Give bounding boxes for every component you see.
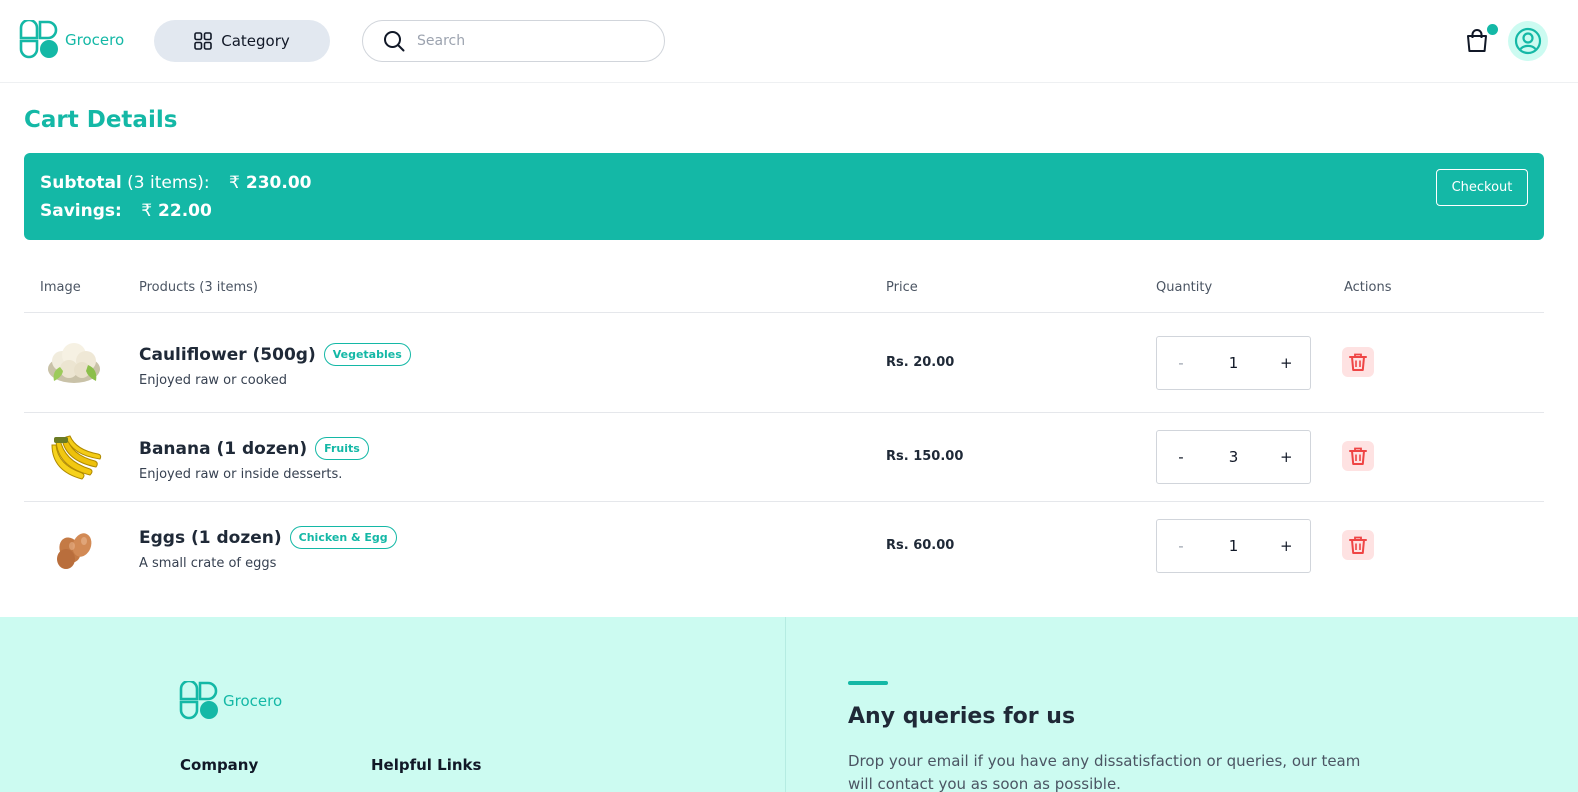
user-avatar[interactable] bbox=[1508, 21, 1548, 61]
increase-quantity-button[interactable]: + bbox=[1280, 537, 1293, 555]
trash-icon bbox=[1349, 536, 1367, 554]
grid-icon bbox=[194, 32, 213, 50]
cart-table-header: Image Products (3 items) Price Quantity … bbox=[24, 264, 1544, 313]
savings-amount: 22.00 bbox=[158, 201, 212, 221]
column-header-quantity: Quantity bbox=[1156, 280, 1213, 295]
category-tag[interactable]: Chicken & Egg bbox=[289, 526, 397, 549]
product-name[interactable]: Cauliflower (500g) Vegetables bbox=[139, 343, 411, 366]
column-header-image: Image bbox=[40, 280, 81, 295]
delete-item-button[interactable] bbox=[1342, 530, 1374, 560]
rupee-symbol: ₹ bbox=[141, 201, 153, 221]
table-row: Cauliflower (500g) Vegetables Enjoyed raw… bbox=[24, 313, 1544, 413]
product-description: Enjoyed raw or inside desserts. bbox=[139, 467, 343, 482]
quantity-value: 1 bbox=[1228, 354, 1239, 372]
queries-text: Drop your email if you have any dissatis… bbox=[848, 752, 1361, 792]
subtotal-line: Subtotal (3 items): ₹230.00 bbox=[40, 173, 311, 193]
delete-item-button[interactable] bbox=[1342, 441, 1374, 471]
eggs-image bbox=[57, 533, 92, 569]
product-price: Rs. 150.00 bbox=[886, 449, 964, 464]
product-name[interactable]: Eggs (1 dozen) Chicken & Egg bbox=[139, 526, 397, 549]
shopping-bag-icon[interactable] bbox=[1464, 28, 1490, 54]
search-input[interactable] bbox=[417, 33, 637, 49]
user-circle-icon bbox=[1514, 27, 1542, 55]
cauliflower-image bbox=[48, 343, 100, 383]
subtotal-amount: 230.00 bbox=[245, 173, 312, 193]
queries-heading: Any queries for us bbox=[848, 704, 1076, 729]
brand-name: Grocero bbox=[65, 31, 125, 49]
quantity-value: 3 bbox=[1228, 448, 1239, 466]
search-bar[interactable] bbox=[362, 20, 665, 62]
trash-icon bbox=[1349, 353, 1367, 371]
trash-icon bbox=[1349, 447, 1367, 465]
column-header-actions: Actions bbox=[1344, 280, 1392, 295]
delete-item-button[interactable] bbox=[1342, 347, 1374, 377]
increase-quantity-button[interactable]: + bbox=[1280, 448, 1293, 466]
rupee-symbol: ₹ bbox=[229, 173, 240, 193]
banana-image bbox=[51, 435, 102, 480]
footer-left-panel: Grocero Company Helpful Links bbox=[0, 617, 785, 792]
decrease-quantity-button[interactable]: - bbox=[1175, 354, 1187, 372]
subtotal-label: Subtotal bbox=[40, 173, 122, 193]
footer-brand-name: Grocero bbox=[223, 692, 283, 710]
accent-bar bbox=[848, 681, 888, 685]
category-tag[interactable]: Vegetables bbox=[323, 343, 411, 366]
items-count: (3 items): bbox=[127, 173, 210, 193]
savings-line: Savings: ₹22.00 bbox=[40, 201, 212, 221]
quantity-value: 1 bbox=[1228, 537, 1239, 555]
table-row: Banana (1 dozen) Fruits Enjoyed raw or in… bbox=[24, 413, 1544, 502]
table-row: Eggs (1 dozen) Chicken & Egg A small crat… bbox=[24, 502, 1544, 592]
product-description: A small crate of eggs bbox=[139, 556, 277, 571]
category-tag[interactable]: Fruits bbox=[315, 437, 369, 460]
quantity-stepper: - 1 + bbox=[1156, 519, 1311, 573]
decrease-quantity-button[interactable]: - bbox=[1175, 537, 1187, 555]
category-label: Category bbox=[221, 32, 290, 50]
footer-company-heading: Company bbox=[180, 756, 259, 774]
brand-logo[interactable]: Grocero bbox=[19, 20, 124, 60]
product-price: Rs. 20.00 bbox=[886, 355, 955, 370]
checkout-button[interactable]: Checkout bbox=[1436, 169, 1528, 206]
product-description: Enjoyed raw or cooked bbox=[139, 373, 287, 388]
cart-summary-banner: Subtotal (3 items): ₹230.00 Savings: ₹22… bbox=[24, 153, 1544, 240]
footer-brand-logo[interactable]: Grocero bbox=[179, 681, 282, 721]
increase-quantity-button[interactable]: + bbox=[1280, 354, 1293, 372]
quantity-stepper: - 3 + bbox=[1156, 430, 1311, 484]
column-header-price: Price bbox=[886, 280, 918, 295]
top-navbar: Grocero Category bbox=[0, 0, 1578, 83]
search-icon bbox=[384, 31, 405, 52]
savings-label: Savings: bbox=[40, 201, 122, 221]
footer-right-panel: Any queries for us Drop your email if yo… bbox=[786, 617, 1578, 792]
quantity-stepper: - 1 + bbox=[1156, 336, 1311, 390]
page-title: Cart Details bbox=[24, 107, 178, 133]
footer-links-heading: Helpful Links bbox=[371, 756, 482, 774]
decrease-quantity-button[interactable]: - bbox=[1175, 448, 1187, 466]
category-button[interactable]: Category bbox=[154, 20, 330, 62]
product-name[interactable]: Banana (1 dozen) Fruits bbox=[139, 437, 369, 460]
logo-icon bbox=[19, 20, 58, 59]
cart-notification-dot bbox=[1487, 24, 1498, 35]
column-header-products: Products (3 items) bbox=[139, 280, 258, 295]
product-price: Rs. 60.00 bbox=[886, 538, 955, 553]
logo-icon bbox=[179, 681, 218, 720]
